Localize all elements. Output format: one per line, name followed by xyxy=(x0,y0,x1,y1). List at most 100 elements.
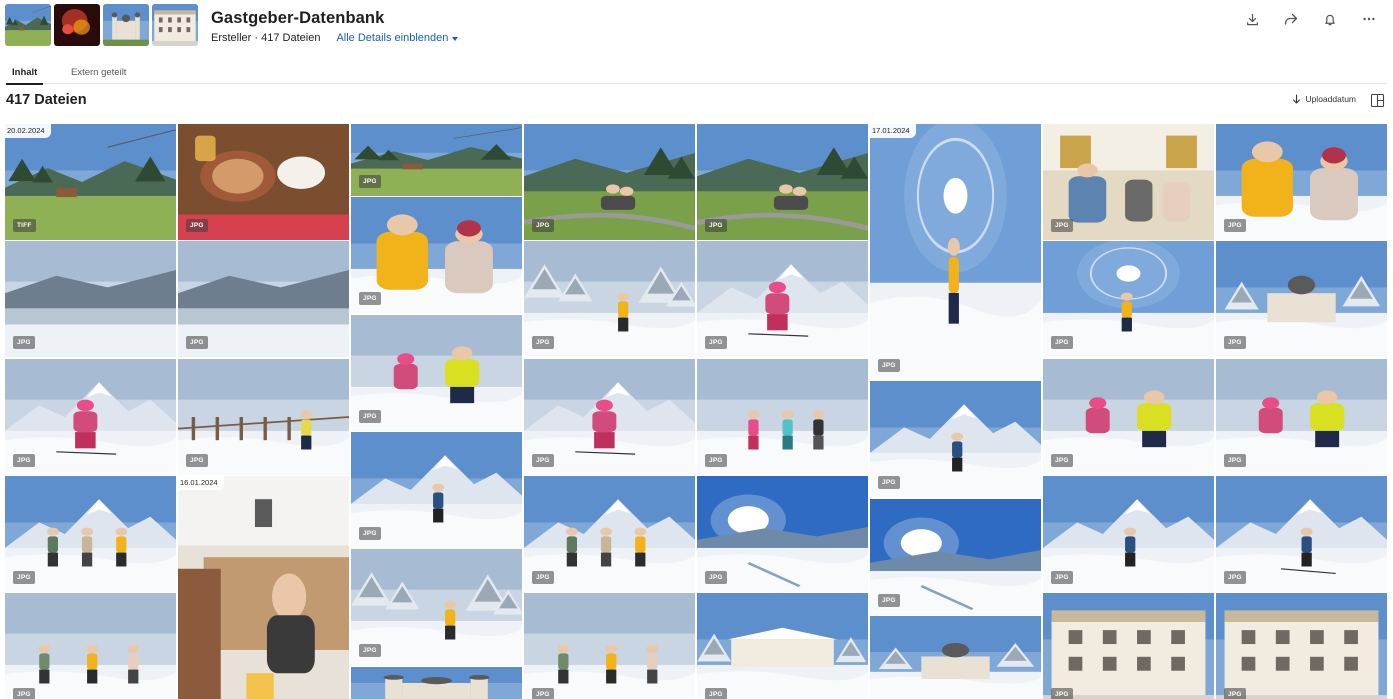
photo-tile[interactable]: JPG xyxy=(697,124,868,240)
caret-down-icon xyxy=(452,36,459,41)
bell-icon xyxy=(1325,14,1335,25)
photo-tile[interactable]: JPG xyxy=(1216,124,1387,240)
file-format-badge: JPG xyxy=(13,570,35,584)
photo-tile[interactable] xyxy=(351,666,522,699)
photo-tile[interactable]: JPG xyxy=(1043,475,1214,592)
sort-button[interactable]: Uploaddatum xyxy=(1292,94,1356,104)
file-format-badge: JPG xyxy=(1051,219,1073,232)
photo-tile[interactable]: JPG xyxy=(351,197,522,314)
file-format-badge: JPG xyxy=(532,219,554,232)
photo-tile[interactable]: JPG xyxy=(524,124,695,240)
file-format-badge: JPG xyxy=(532,453,554,467)
file-format-badge: JPG xyxy=(878,359,900,372)
grid-column: TIFF 20.02.2024 JPG JPG JPG JPG xyxy=(5,124,176,699)
file-format-badge: JPG xyxy=(13,688,35,699)
photo-image xyxy=(152,4,198,46)
photo-tile[interactable]: JPG xyxy=(1216,358,1387,475)
file-count: 417 Dateien xyxy=(6,92,87,108)
collection-meta: Ersteller · 417 Dateien Alle Details ein… xyxy=(211,32,459,44)
photo-tile[interactable]: JPG xyxy=(351,431,522,548)
show-details-button[interactable]: Alle Details einblenden xyxy=(336,32,459,44)
notifications-button[interactable] xyxy=(1320,9,1340,29)
file-format-badge: JPG xyxy=(186,453,208,467)
download-button[interactable] xyxy=(1242,9,1262,29)
collection-thumbnails xyxy=(5,4,198,46)
header-actions xyxy=(1242,9,1379,29)
file-format-badge: JPG xyxy=(186,336,208,350)
photo-tile[interactable]: JPG xyxy=(1216,475,1387,592)
file-format-badge: JPG xyxy=(878,476,900,490)
photo-image xyxy=(697,593,868,699)
file-format-badge: JPG xyxy=(705,453,727,467)
file-format-badge: JPG xyxy=(1224,453,1246,467)
photo-image xyxy=(5,593,176,699)
photo-tile[interactable]: JPG 17.01.2024 xyxy=(870,124,1041,380)
photo-tile[interactable]: JPG xyxy=(697,358,868,475)
photo-tile[interactable]: JPG xyxy=(697,241,868,358)
photo-tile[interactable]: JPG xyxy=(1216,593,1387,699)
photo-tile[interactable]: JPG xyxy=(351,314,522,431)
more-button[interactable] xyxy=(1359,9,1379,29)
photo-image xyxy=(870,124,1041,380)
file-format-badge: JPG xyxy=(705,688,727,699)
collection-thumbnail xyxy=(5,4,51,46)
media-grid: TIFF 20.02.2024 JPG JPG JPG JPG JPG JPG JPG 16.01… xyxy=(5,124,1388,699)
photo-tile[interactable]: 16.01.2024 xyxy=(178,475,349,699)
collection-thumbnail xyxy=(152,4,198,46)
photo-tile[interactable] xyxy=(870,615,1041,699)
file-format-badge: JPG xyxy=(359,175,381,188)
photo-image xyxy=(351,666,522,699)
file-format-badge: JPG xyxy=(532,688,554,699)
arrow-down-icon xyxy=(1293,94,1301,104)
photo-tile[interactable]: JPG xyxy=(697,593,868,699)
photo-tile[interactable]: JPG xyxy=(524,593,695,699)
photo-tile[interactable]: JPG xyxy=(5,593,176,699)
collection-header: Gastgeber-Datenbank Ersteller · 417 Date… xyxy=(0,0,1393,56)
photo-tile[interactable]: JPG xyxy=(524,358,695,475)
file-format-badge: JPG xyxy=(1224,336,1246,350)
photo-tile[interactable]: JPG xyxy=(5,241,176,358)
file-format-badge: JPG xyxy=(1051,336,1073,350)
file-format-badge: JPG xyxy=(705,336,727,350)
date-label: 20.02.2024 xyxy=(5,124,51,138)
photo-tile[interactable]: JPG xyxy=(524,241,695,358)
collection-thumbnail xyxy=(54,4,100,46)
file-format-badge: JPG xyxy=(1224,219,1246,232)
photo-tile[interactable]: JPG xyxy=(5,475,176,592)
file-format-badge: JPG xyxy=(532,336,554,350)
collection-meta-text: Ersteller · 417 Dateien xyxy=(211,32,321,44)
grid-column: JPG 17.01.2024 JPG JPG xyxy=(870,124,1041,699)
photo-tile[interactable]: JPG xyxy=(351,549,522,666)
grid-column: JPG JPG JPG 16.01.2024 xyxy=(178,124,349,699)
photo-tile[interactable]: JPG xyxy=(5,358,176,475)
file-format-badge: JPG xyxy=(532,570,554,584)
file-format-badge: JPG xyxy=(1051,453,1073,467)
photo-tile[interactable]: JPG xyxy=(178,358,349,475)
file-format-badge: JPG xyxy=(359,409,381,423)
collection-thumbnail xyxy=(103,4,149,46)
photo-image xyxy=(54,4,100,46)
date-label: 17.01.2024 xyxy=(870,124,916,138)
photo-tile[interactable]: JPG xyxy=(1216,241,1387,358)
photo-tile[interactable]: JPG xyxy=(178,241,349,358)
photo-tile[interactable]: JPG xyxy=(1043,593,1214,699)
layout-icon[interactable] xyxy=(1370,93,1385,108)
photo-tile[interactable]: JPG xyxy=(1043,124,1214,240)
grid-column: JPG JPG JPG JPG JPG xyxy=(524,124,695,699)
share-button[interactable] xyxy=(1281,9,1301,29)
photo-tile[interactable]: JPG xyxy=(870,381,1041,498)
photo-tile[interactable]: JPG xyxy=(524,475,695,592)
photo-tile[interactable]: JPG xyxy=(697,475,868,592)
photo-tile[interactable]: TIFF 20.02.2024 xyxy=(5,124,176,240)
date-label: 16.01.2024 xyxy=(178,475,224,490)
tab-inhalt[interactable]: Inhalt xyxy=(6,67,44,85)
photo-tile[interactable]: JPG xyxy=(351,124,522,196)
photo-tile[interactable]: JPG xyxy=(1043,241,1214,358)
tab-extern-geteilt[interactable]: Extern geteilt xyxy=(71,67,126,83)
grid-column: JPG JPG JPG JPG JPG xyxy=(697,124,868,699)
photo-tile[interactable]: JPG xyxy=(178,124,349,240)
photo-tile[interactable]: JPG xyxy=(870,498,1041,615)
grid-column: JPG JPG JPG JPG JPG xyxy=(1216,124,1387,699)
file-format-badge: JPG xyxy=(1224,570,1246,584)
photo-tile[interactable]: JPG xyxy=(1043,358,1214,475)
